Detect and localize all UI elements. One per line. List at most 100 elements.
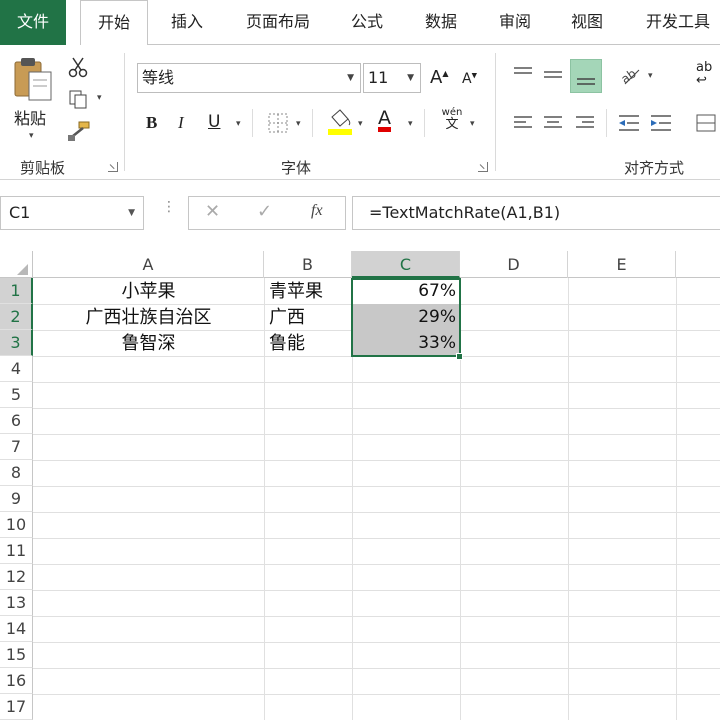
row-header-9[interactable]: 9 — [0, 486, 33, 512]
font-size-value: 11 — [368, 68, 389, 87]
align-top-icon[interactable] — [510, 61, 536, 87]
row-header-15[interactable]: 15 — [0, 642, 33, 668]
grid-line — [33, 408, 720, 409]
formula-input[interactable]: =TextMatchRate(A1,B1) — [352, 196, 720, 230]
row-header-17[interactable]: 17 — [0, 694, 33, 720]
merge-center-icon[interactable] — [694, 111, 718, 135]
tab-data[interactable]: 数据 — [414, 0, 468, 45]
row-header-2[interactable]: 2 — [0, 304, 33, 330]
grid-line — [33, 616, 720, 617]
font-color-dropdown-icon[interactable]: ▾ — [408, 119, 413, 129]
grid-line — [33, 538, 720, 539]
font-color-button[interactable]: A — [378, 107, 391, 129]
fill-color-dropdown-icon[interactable]: ▾ — [358, 119, 363, 129]
row-header-14[interactable]: 14 — [0, 616, 33, 642]
tab-insert[interactable]: 插入 — [160, 0, 214, 45]
row-header-11[interactable]: 11 — [0, 538, 33, 564]
align-right-icon[interactable] — [572, 111, 598, 135]
cancel-icon[interactable]: ✕ — [205, 201, 220, 222]
cell-a3[interactable]: 鲁智深 — [33, 330, 264, 356]
format-painter-icon[interactable] — [66, 119, 92, 143]
row-header-16[interactable]: 16 — [0, 668, 33, 694]
column-header-c[interactable]: C — [352, 251, 460, 278]
row-header-8[interactable]: 8 — [0, 460, 33, 486]
column-header-d[interactable]: D — [460, 251, 568, 278]
phonetic-button[interactable]: wén 文 — [440, 107, 464, 131]
tab-review[interactable]: 审阅 — [488, 0, 542, 45]
align-left-icon[interactable] — [510, 111, 536, 135]
tab-formulas[interactable]: 公式 — [340, 0, 394, 45]
font-name-value: 等线 — [142, 68, 175, 87]
row-header-12[interactable]: 12 — [0, 564, 33, 590]
orientation-dropdown-icon[interactable]: ▾ — [648, 71, 653, 81]
grid-line — [568, 278, 569, 720]
row-header-1[interactable]: 1 — [0, 278, 33, 304]
paste-dropdown-icon[interactable]: ▾ — [29, 131, 34, 141]
cell-a2[interactable]: 广西壮族自治区 — [33, 304, 264, 330]
copy-icon[interactable] — [66, 87, 90, 111]
chevron-down-icon: ▼ — [347, 73, 354, 83]
increase-indent-icon[interactable] — [648, 111, 674, 135]
fill-color-icon[interactable] — [326, 107, 354, 137]
name-box-value: C1 — [9, 203, 31, 222]
wrap-text-button[interactable]: ab ↩ — [696, 61, 712, 87]
tab-view[interactable]: 视图 — [560, 0, 614, 45]
shrink-font-button[interactable]: A▼ — [462, 71, 477, 87]
borders-dropdown-icon[interactable]: ▾ — [296, 119, 301, 129]
tab-home[interactable]: 开始 — [80, 0, 148, 46]
decrease-indent-icon[interactable] — [616, 111, 642, 135]
align-center-icon[interactable] — [540, 111, 566, 135]
row-header-10[interactable]: 10 — [0, 512, 33, 538]
formula-bar: C1 ▼ ⋮ ✕ ✓ fx =TextMatchRate(A1,B1) — [0, 181, 720, 251]
grow-font-button[interactable]: A▲ — [430, 67, 448, 88]
grid-line — [676, 278, 677, 720]
tab-developer[interactable]: 开发工具 — [636, 0, 720, 45]
clipboard-launcher-icon[interactable] — [108, 162, 118, 172]
font-launcher-icon[interactable] — [478, 162, 488, 172]
insert-function-button[interactable]: fx — [311, 202, 323, 220]
font-name-select[interactable]: 等线 ▼ — [137, 63, 361, 93]
tab-file[interactable]: 文件 — [0, 0, 66, 45]
select-all-button[interactable] — [0, 251, 33, 278]
bold-button[interactable]: B — [146, 113, 157, 133]
name-box[interactable]: C1 ▼ — [0, 196, 144, 230]
column-header-b[interactable]: B — [264, 251, 352, 278]
italic-button[interactable]: I — [178, 113, 184, 133]
paste-icon[interactable] — [10, 55, 56, 103]
row-header-7[interactable]: 7 — [0, 434, 33, 460]
enter-icon[interactable]: ✓ — [257, 201, 272, 222]
cell-b1[interactable]: 青苹果 — [264, 278, 352, 304]
selection-border — [351, 278, 461, 357]
divider — [606, 109, 607, 137]
copy-dropdown-icon[interactable]: ▾ — [97, 93, 102, 103]
row-header-5[interactable]: 5 — [0, 382, 33, 408]
column-header-a[interactable]: A — [33, 251, 264, 278]
row-header-3[interactable]: 3 — [0, 330, 33, 356]
grow-font-icon: A — [430, 67, 443, 88]
column-header-e[interactable]: E — [568, 251, 676, 278]
row-header-6[interactable]: 6 — [0, 408, 33, 434]
divider — [312, 109, 313, 137]
spreadsheet-grid: A B C D E 1 2 3 4 5 6 7 8 9 10 11 12 13 … — [0, 251, 720, 720]
grid-line — [33, 564, 720, 565]
tab-page-layout[interactable]: 页面布局 — [234, 0, 322, 45]
cell-b2[interactable]: 广西 — [264, 304, 352, 330]
font-size-select[interactable]: 11 ▼ — [363, 63, 421, 93]
phonetic-dropdown-icon[interactable]: ▾ — [470, 119, 475, 129]
formula-bar-grip-icon[interactable]: ⋮ — [162, 199, 176, 215]
column-headers: A B C D E — [0, 251, 720, 278]
align-middle-icon[interactable] — [540, 61, 566, 87]
underline-dropdown-icon[interactable]: ▾ — [236, 119, 241, 129]
orientation-icon[interactable]: ab — [618, 63, 644, 87]
row-header-13[interactable]: 13 — [0, 590, 33, 616]
borders-icon[interactable] — [266, 111, 290, 135]
cell-b3[interactable]: 鲁能 — [264, 330, 352, 356]
cut-icon[interactable] — [66, 55, 90, 79]
align-bottom-icon[interactable] — [570, 59, 602, 93]
fill-handle[interactable] — [456, 353, 463, 360]
underline-button[interactable]: U — [208, 112, 220, 132]
paste-label[interactable]: 粘贴 — [14, 105, 46, 129]
cell-a1[interactable]: 小苹果 — [33, 278, 264, 304]
formula-buttons: ✕ ✓ fx — [188, 196, 346, 230]
row-header-4[interactable]: 4 — [0, 356, 33, 382]
